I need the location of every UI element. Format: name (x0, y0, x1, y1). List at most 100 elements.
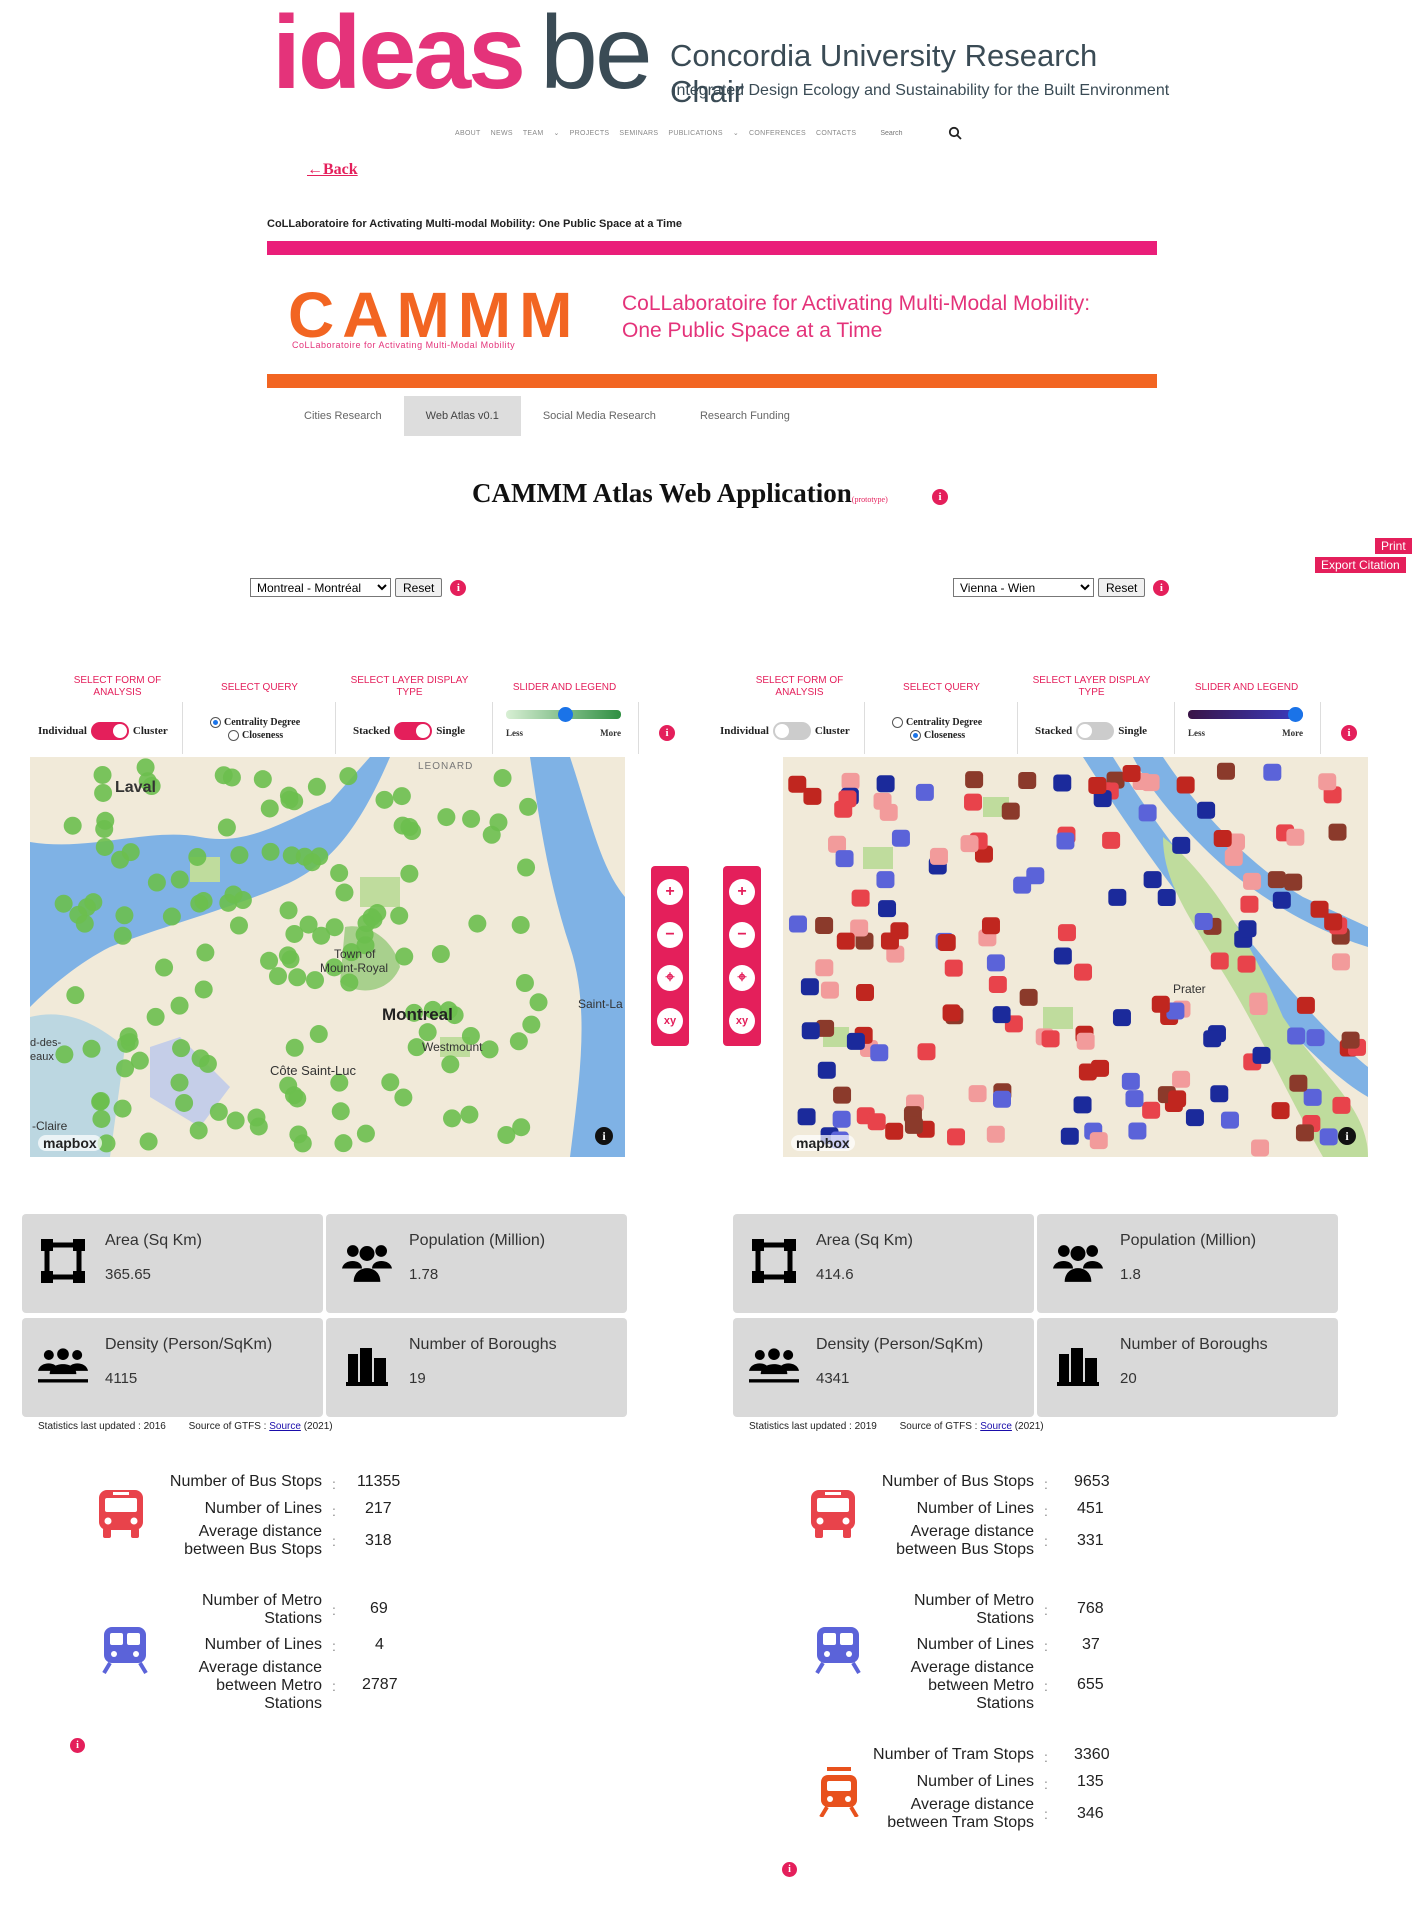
tram-lines-label: Number of Lines (916, 1773, 1034, 1790)
zoom-in-icon[interactable]: + (729, 878, 755, 905)
nav-news[interactable]: NEWS (491, 130, 513, 137)
colon-separator: : (1044, 1533, 1048, 1549)
transit-stop-marker (1143, 871, 1162, 889)
nav-publications[interactable]: PUBLICATIONS (668, 130, 722, 137)
map-attribution-icon[interactable]: i (595, 1127, 613, 1145)
colon-separator: : (332, 1638, 336, 1654)
info-icon[interactable]: i (659, 725, 675, 741)
tab-web-atlas[interactable]: Web Atlas v0.1 (403, 396, 521, 436)
left-city-select[interactable]: Montreal - Montréal (250, 578, 391, 597)
form-toggle[interactable] (90, 722, 129, 740)
transit-stop-marker (1210, 1085, 1229, 1103)
reset-view-icon[interactable]: ⌖ (729, 964, 755, 991)
search-icon[interactable] (948, 126, 962, 140)
station-marker (309, 1025, 328, 1044)
legend-more: More (1282, 728, 1303, 738)
right-slider[interactable] (1188, 707, 1303, 722)
closeness-radio[interactable]: Closeness (228, 730, 300, 741)
transit-stop-marker (965, 771, 984, 789)
nav-conferences[interactable]: CONFERENCES (749, 130, 806, 137)
right-map[interactable]: Prater mapbox i (783, 757, 1368, 1157)
station-marker (63, 816, 82, 835)
layer-toggle[interactable] (1076, 722, 1115, 740)
reset-view-icon[interactable]: ⌖ (657, 964, 683, 991)
info-icon[interactable]: i (70, 1738, 85, 1753)
station-marker (509, 1032, 528, 1051)
left-slider[interactable] (506, 707, 621, 722)
zoom-out-icon[interactable]: − (657, 921, 683, 948)
layer-toggle[interactable] (394, 722, 433, 740)
zoom-out-icon[interactable]: − (729, 921, 755, 948)
export-citation-button[interactable]: Export Citation (1315, 557, 1406, 573)
ideas-be-logo[interactable]: ideas be Concordia University Research C… (272, 0, 1172, 111)
nav-team[interactable]: TEAM (523, 130, 544, 137)
centrality-radio[interactable]: Centrality Degree (210, 717, 300, 728)
info-icon[interactable]: i (1153, 579, 1170, 596)
slider-thumb[interactable] (1288, 707, 1303, 722)
transit-stop-marker (1185, 1109, 1204, 1127)
station-marker (191, 1049, 210, 1068)
left-map-canvas[interactable] (30, 757, 625, 1157)
map-attribution-icon[interactable]: i (1338, 1127, 1356, 1145)
population-label: Population (Million) (1120, 1232, 1257, 1249)
boroughs-card: Number of Boroughs 20 (1037, 1318, 1338, 1417)
mapbox-logo[interactable]: mapbox (791, 1135, 855, 1151)
tram-distance-label-2: between Tram Stops (887, 1814, 1034, 1831)
form-toggle[interactable] (772, 722, 811, 740)
station-marker (162, 907, 181, 926)
tab-social-media-research[interactable]: Social Media Research (521, 396, 678, 436)
divider (492, 702, 493, 754)
logo-subtitle: Integrated Design Ecology and Sustainabi… (672, 82, 1170, 99)
slider-thumb[interactable] (558, 707, 573, 722)
left-map[interactable]: Laval Town of Mount-Royal Montreal Westm… (30, 757, 625, 1157)
left-reset-button[interactable]: Reset (395, 578, 443, 597)
nav-contacts[interactable]: CONTACTS (816, 130, 856, 137)
info-icon[interactable]: i (932, 489, 948, 505)
right-map-canvas[interactable] (783, 757, 1368, 1157)
gtfs-source-link[interactable]: Source (269, 1421, 301, 1432)
tab-research-funding[interactable]: Research Funding (678, 396, 812, 436)
right-stats-footer: Statistics last updated : 2019 Source of… (749, 1421, 1044, 1432)
station-marker (468, 914, 487, 933)
search-input[interactable] (880, 129, 939, 137)
transit-stop-marker (1141, 774, 1160, 792)
gtfs-source-link[interactable]: Source (980, 1421, 1012, 1432)
station-marker (284, 1086, 303, 1105)
transit-stop-marker (1172, 1070, 1191, 1088)
colon-separator: : (1044, 1776, 1048, 1792)
transit-stop-marker (1331, 953, 1350, 971)
info-icon[interactable]: i (782, 1862, 797, 1877)
cluster-label: Cluster (814, 725, 850, 737)
nav-projects[interactable]: PROJECTS (570, 130, 610, 137)
mapbox-logo[interactable]: mapbox (38, 1135, 102, 1151)
coordinates-icon[interactable]: xy (657, 1007, 683, 1034)
nav-seminars[interactable]: SEMINARS (619, 130, 658, 137)
info-icon[interactable]: i (450, 579, 467, 596)
print-button[interactable]: Print (1375, 538, 1412, 554)
transit-stop-marker (1238, 920, 1257, 938)
nav-about[interactable]: ABOUT (455, 130, 481, 137)
city-buildings-icon (346, 1348, 388, 1386)
right-city-select[interactable]: Vienna - Wien (953, 578, 1094, 597)
zoom-in-icon[interactable]: + (657, 878, 683, 905)
area-card: Area (Sq Km) 414.6 (733, 1214, 1034, 1313)
transit-stop-marker (1295, 1124, 1314, 1142)
layer-heading: SELECT LAYER DISPLAY TYPE (350, 675, 469, 698)
right-reset-button[interactable]: Reset (1098, 578, 1146, 597)
transit-stop-marker (876, 871, 895, 889)
info-icon[interactable]: i (1341, 725, 1357, 741)
closeness-radio[interactable]: Closeness (910, 730, 982, 741)
tram-lines-value: 135 (1077, 1773, 1104, 1790)
metro-distance-label-1: Average distance (198, 1659, 322, 1676)
transit-stop-marker (1319, 1128, 1338, 1146)
station-marker (285, 1038, 304, 1057)
back-link[interactable]: ←Back (307, 161, 358, 179)
tab-cities-research[interactable]: Cities Research (282, 396, 404, 436)
gtfs-prefix: Source of GTFS : (899, 1421, 978, 1432)
bus-distance-label-2: between Bus Stops (896, 1541, 1034, 1558)
station-marker (253, 770, 272, 789)
map-label-town: Town of (334, 947, 376, 961)
centrality-radio[interactable]: Centrality Degree (892, 717, 982, 728)
area-label: Area (Sq Km) (105, 1232, 202, 1249)
coordinates-icon[interactable]: xy (729, 1007, 755, 1034)
